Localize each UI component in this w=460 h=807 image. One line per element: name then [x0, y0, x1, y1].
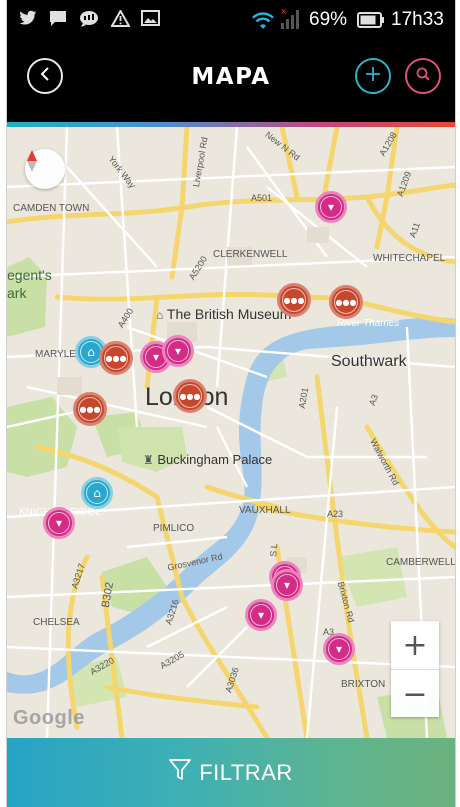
zoom-controls: + − — [391, 621, 439, 717]
search-icon — [415, 66, 431, 87]
map-label-camden-town: CAMDEN TOWN — [13, 203, 90, 214]
map-label-a501: A501 — [251, 193, 273, 203]
image-icon — [141, 10, 160, 31]
museum-icon: ⌂ — [156, 308, 164, 322]
map-label-buckingham-palace: ♜ Buckingham Palace — [143, 452, 272, 467]
map-label-southwark: Southwark — [331, 353, 407, 370]
british-museum-text: The British Museum — [166, 306, 292, 322]
map-pin-bar[interactable]: ▾ — [162, 335, 194, 367]
map-label-brixton: BRIXTON — [341, 679, 386, 690]
funnel-icon — [169, 758, 192, 787]
monument-icon: ⌂ — [86, 482, 108, 504]
warning-icon — [110, 8, 131, 32]
cocktail-icon: ▾ — [276, 574, 298, 596]
map-pin-bar[interactable]: ▾ — [323, 633, 355, 665]
messenger-icon — [79, 10, 99, 32]
plate-icon: ●●● — [334, 290, 358, 314]
compass-button[interactable] — [25, 149, 65, 189]
filter-button[interactable]: FILTRAR — [7, 738, 455, 807]
map-pin-restaurant[interactable]: ●●● — [277, 283, 311, 317]
battery-icon — [357, 11, 385, 34]
cocktail-icon: ▾ — [167, 340, 189, 362]
chat-icon — [49, 10, 67, 32]
map-label-clerkenwell: CLERKENWELL — [213, 249, 288, 260]
map-pin-restaurant[interactable]: ●●● — [329, 285, 363, 319]
filter-label: FILTRAR — [199, 759, 293, 785]
zoom-in-button[interactable]: + — [391, 621, 439, 670]
map-label-sl: S L — [268, 542, 280, 558]
cocktail-icon: ▾ — [320, 196, 342, 218]
cocktail-icon: ▾ — [250, 604, 272, 626]
cocktail-icon: ▾ — [48, 512, 70, 534]
map-pin-bar[interactable]: ▾ — [315, 191, 347, 223]
castle-icon: ♜ — [143, 453, 154, 467]
twitter-icon — [19, 10, 37, 31]
signal-icon: x — [279, 6, 299, 35]
wifi-icon — [251, 10, 275, 35]
map-label-river-thames: River Thames — [337, 318, 400, 329]
plus-icon — [365, 66, 381, 87]
zoom-out-button[interactable]: − — [391, 670, 439, 718]
app-frame: x 69% 17h33 MAPA CAMDEN TOWN egent's ark… — [6, 0, 456, 807]
search-button[interactable] — [405, 58, 441, 94]
cocktail-icon: ▾ — [328, 638, 350, 660]
plate-icon: ●●● — [178, 384, 202, 408]
plate-icon: ●●● — [104, 346, 128, 370]
map-label-a23: A23 — [327, 509, 344, 519]
map-pin-bar[interactable]: ▾ — [43, 507, 75, 539]
map-label-whitechapel: WHITECHAPEL — [373, 253, 446, 264]
app-header: MAPA — [7, 40, 455, 122]
map-view[interactable]: CAMDEN TOWN egent's ark York Way Liverpo… — [7, 127, 455, 738]
map-label-park: ark — [7, 285, 27, 301]
map-label-vauxhall: VAUXHALL — [239, 505, 291, 516]
map-label-regents: egent's — [7, 267, 52, 283]
map-label-british-museum: ⌂ The British Museum — [156, 306, 291, 322]
buckingham-palace-text: Buckingham Palace — [157, 452, 273, 467]
map-label-chelsea: CHELSEA — [33, 617, 80, 628]
map-label-pimlico: PIMLICO — [153, 523, 195, 534]
clock: 17h33 — [391, 9, 444, 30]
map-pin-restaurant[interactable]: ●●● — [99, 341, 133, 375]
plate-icon: ●●● — [282, 288, 306, 312]
add-button[interactable] — [355, 58, 391, 94]
map-pin-bar[interactable]: ▾ — [245, 599, 277, 631]
google-attribution: Google — [13, 707, 85, 729]
map-pin-bar[interactable]: ▾ — [271, 569, 303, 601]
plate-icon: ●●● — [78, 397, 102, 421]
battery-percentage: 69% — [309, 9, 348, 30]
map-label-camberwell: CAMBERWELL — [386, 557, 455, 568]
svg-text:x: x — [281, 7, 287, 17]
status-bar: x 69% 17h33 — [7, 0, 455, 40]
map-pin-restaurant[interactable]: ●●● — [173, 379, 207, 413]
map-pin-restaurant[interactable]: ●●● — [73, 392, 107, 426]
map-tiles — [7, 127, 455, 738]
map-label-marylebone: MARYLE — [35, 349, 76, 360]
map-pin-attraction[interactable]: ⌂ — [81, 477, 113, 509]
